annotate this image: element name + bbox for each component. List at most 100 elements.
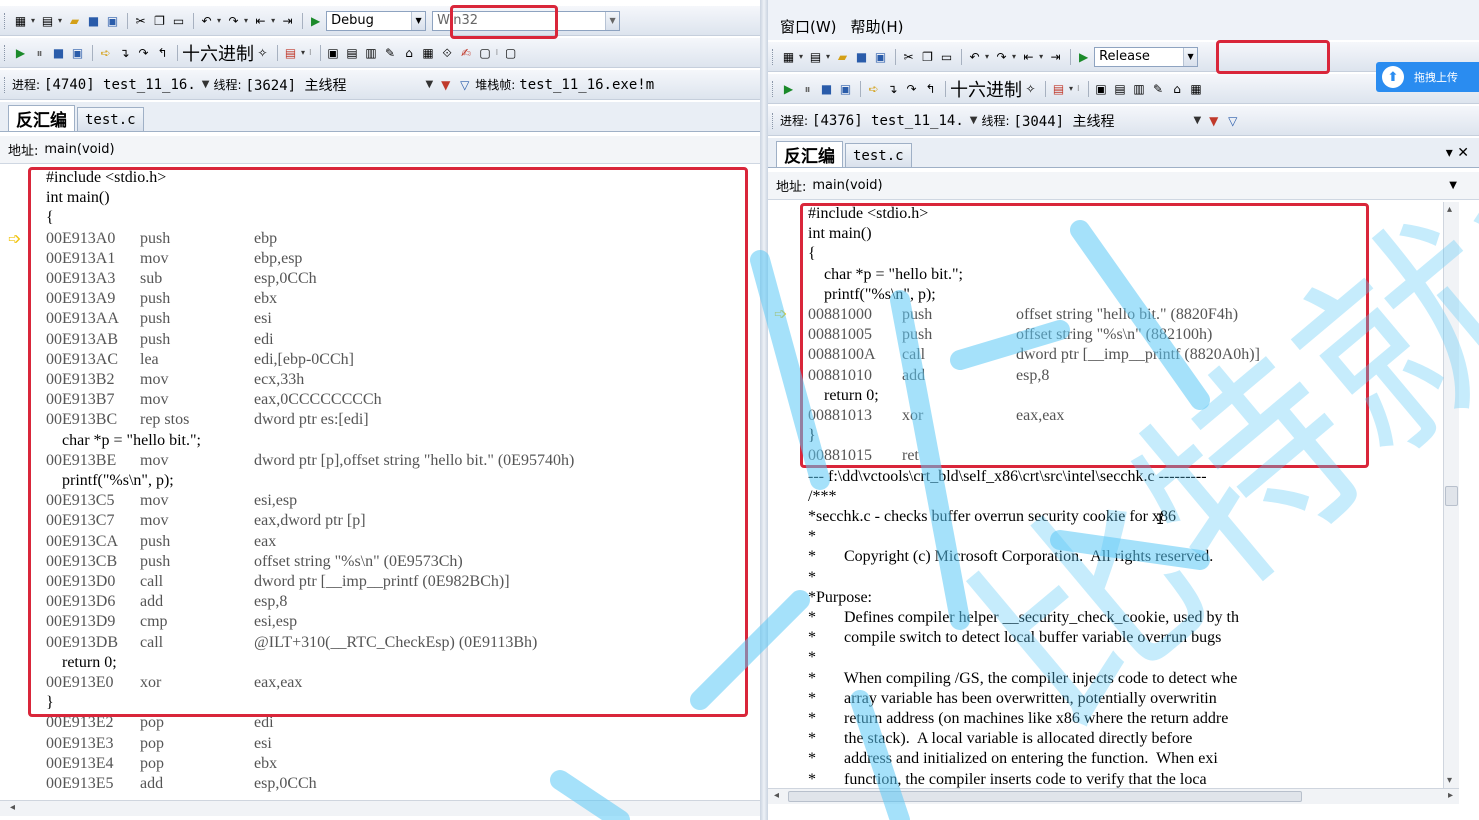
tab-test-c[interactable]: test.c <box>77 107 144 131</box>
source-code-line[interactable]: *Purpose: <box>808 588 872 608</box>
asm-instruction-line[interactable]: 0088100A call dword ptr [__imp__printf (88… <box>808 345 1260 365</box>
source-code-line[interactable]: { <box>46 208 54 228</box>
redo-icon[interactable]: ↷ <box>993 48 1010 66</box>
chevron-down-icon[interactable]: ▾ <box>244 16 248 25</box>
toolbar-grip[interactable] <box>4 12 7 29</box>
cut-icon[interactable]: ✂ <box>900 48 917 66</box>
asm-instruction-line[interactable]: 00E913AC lea edi,[ebp-0CCh] <box>46 350 354 370</box>
asm-instruction-line[interactable]: 00E913BC rep stos dword ptr es:[edi] <box>46 410 369 430</box>
source-code-line[interactable]: * the stack). A local variable is alloca… <box>808 729 1192 749</box>
source-code-line[interactable]: /*** <box>808 487 836 507</box>
source-code-line[interactable]: return 0; <box>46 653 117 673</box>
start-debug-icon[interactable]: ▶ <box>307 12 324 30</box>
show-next-statement-icon[interactable]: ➪ <box>865 80 882 98</box>
break-all-icon[interactable]: ⏸ <box>799 80 816 98</box>
toolbar-grip[interactable] <box>772 80 775 97</box>
source-code-line[interactable]: *secchk.c - checks buffer overrun securi… <box>808 507 1176 527</box>
step-out-icon[interactable]: ↰ <box>154 44 171 62</box>
source-code-line[interactable]: * Defines compiler helper __security_che… <box>808 608 1239 628</box>
upload-widget[interactable]: ⬆ 拖拽上传 <box>1376 62 1479 92</box>
source-code-line[interactable]: int main() <box>808 224 872 244</box>
asm-instruction-line[interactable]: 00E913AA push esi <box>46 309 272 329</box>
step-over-icon[interactable]: ↷ <box>135 44 152 62</box>
breakpoints-window-icon[interactable]: ▤ <box>282 44 299 62</box>
asm-instruction-line[interactable]: 00E913E2 pop edi <box>46 713 274 733</box>
add-item-icon[interactable]: ▤ <box>39 12 56 30</box>
tab-window-controls[interactable]: ▾ ✕ <box>1446 145 1469 161</box>
locals-icon[interactable]: ▤ <box>344 44 361 62</box>
tab-disassembly[interactable]: 反汇编 <box>776 141 843 167</box>
asm-instruction-line[interactable]: 00E913E4 pop ebx <box>46 754 277 774</box>
paste-icon[interactable]: ▭ <box>938 48 955 66</box>
step-filter-icon[interactable]: ✧ <box>1022 80 1039 98</box>
chevron-down-icon[interactable]: ▾ <box>217 16 221 25</box>
right-disassembly-view[interactable]: #include <stdio.h> int main(){ char *p = … <box>768 202 1459 788</box>
save-all-icon[interactable]: ▣ <box>872 48 889 66</box>
source-code-line[interactable]: printf("%s\n", p); <box>46 471 174 491</box>
source-code-line[interactable]: * Copyright (c) Microsoft Corporation. A… <box>808 547 1213 567</box>
asm-instruction-line[interactable]: 00881005 push offset string "%s\n" (882100… <box>808 325 1212 345</box>
process-select[interactable]: [4376] test_11_14. <box>812 113 964 129</box>
chevron-down-icon[interactable]: ▾ <box>271 16 275 25</box>
asm-instruction-line[interactable]: 00E913BE mov dword ptr [p],offset string "… <box>46 451 574 471</box>
watch-icon[interactable]: ▣ <box>1093 80 1110 98</box>
threads-icon[interactable]: ✎ <box>1150 80 1167 98</box>
copy-icon[interactable]: ❐ <box>919 48 936 66</box>
source-code-line[interactable]: --- f:\dd\vctools\crt_bld\self_x86\crt\s… <box>808 467 1207 487</box>
chevron-down-icon[interactable]: ▾ <box>799 52 803 61</box>
redo-icon[interactable]: ↷ <box>225 12 242 30</box>
left-disassembly-view[interactable]: #include <stdio.h> int main(){00E913A0 pus… <box>0 166 760 800</box>
chevron-down-icon[interactable]: ▾ <box>1012 52 1016 61</box>
start-debug-icon[interactable]: ▶ <box>1075 48 1092 66</box>
watch-icon[interactable]: ▣ <box>325 44 342 62</box>
step-filter-icon[interactable]: ✧ <box>254 44 271 62</box>
toolbar-grip[interactable] <box>4 76 7 93</box>
source-code-line[interactable]: int main() <box>46 188 110 208</box>
right-vertical-scrollbar[interactable]: ▴ ▾ <box>1443 202 1459 788</box>
restart-icon[interactable]: ▣ <box>837 80 854 98</box>
source-code-line[interactable]: * <box>808 568 816 588</box>
asm-instruction-line[interactable]: 00E913A3 sub esp,0CCh <box>46 269 317 289</box>
source-code-line[interactable]: * function, the compiler inserts code to… <box>808 770 1207 788</box>
scroll-left-icon[interactable]: ◂ <box>10 802 15 813</box>
tab-disassembly[interactable]: 反汇编 <box>8 105 75 131</box>
source-code-line[interactable]: char *p = "hello bit."; <box>46 431 201 451</box>
thread-select[interactable]: [3044] 主线程 <box>1014 111 1188 131</box>
registers-icon[interactable]: ⟐ <box>439 44 456 62</box>
process-select[interactable]: [4740] test_11_16. <box>44 77 196 93</box>
chevron-down-icon[interactable]: ▾ <box>1069 84 1073 93</box>
navigate-forward-icon[interactable]: ⇥ <box>279 12 296 30</box>
source-code-line[interactable]: #include <stdio.h> <box>46 168 166 188</box>
filter-icon[interactable]: ▽ <box>456 76 473 94</box>
source-code-line[interactable]: } <box>808 426 816 446</box>
source-code-line[interactable]: * return address (on machines like x86 w… <box>808 709 1228 729</box>
asm-instruction-line[interactable]: 00E913AB push edi <box>46 330 274 350</box>
source-code-line[interactable]: return 0; <box>808 386 879 406</box>
source-code-line[interactable]: * <box>808 648 816 668</box>
source-code-line[interactable]: * <box>808 527 816 547</box>
asm-instruction-line[interactable]: 00E913C7 mov eax,dword ptr [p] <box>46 511 366 531</box>
asm-instruction-line[interactable]: 00E913D9 cmp esi,esp <box>46 612 297 632</box>
asm-instruction-line[interactable]: 00881013 xor eax,eax <box>808 406 1064 426</box>
platform-select[interactable]: Win32 ▼ <box>432 10 621 31</box>
cut-icon[interactable]: ✂ <box>132 12 149 30</box>
chevron-down-icon[interactable]: ▾ <box>31 16 35 25</box>
filter-flag-icon[interactable]: ▼ <box>437 76 454 94</box>
asm-instruction-line[interactable]: 00E913DB call @ILT+310(__RTC_CheckEsp) (0E… <box>46 633 537 653</box>
asm-instruction-line[interactable]: 00E913D6 add esp,8 <box>46 592 287 612</box>
hex-display-toggle[interactable]: 十六进制 <box>182 40 254 66</box>
menu-window[interactable]: 窗口(W) <box>780 16 837 37</box>
stack-frame-select[interactable]: test_11_16.exe!m <box>519 77 654 93</box>
chevron-down-icon[interactable]: ▼ <box>605 11 620 30</box>
open-folder-icon[interactable]: ▰ <box>834 48 851 66</box>
scroll-left-icon[interactable]: ◂ <box>774 790 779 801</box>
navigate-back-icon[interactable]: ⇤ <box>1020 48 1037 66</box>
chevron-down-icon[interactable]: ▾ <box>1039 52 1043 61</box>
break-all-icon[interactable]: ⏸ <box>31 44 48 62</box>
call-stack-icon[interactable]: ▥ <box>363 44 380 62</box>
source-code-line[interactable]: } <box>46 693 54 713</box>
chevron-down-icon[interactable]: ▼ <box>411 11 426 30</box>
continue-icon[interactable]: ▶ <box>780 80 797 98</box>
memory-icon[interactable]: ▦ <box>420 44 437 62</box>
asm-instruction-line[interactable]: 00881015 ret <box>808 446 1016 466</box>
